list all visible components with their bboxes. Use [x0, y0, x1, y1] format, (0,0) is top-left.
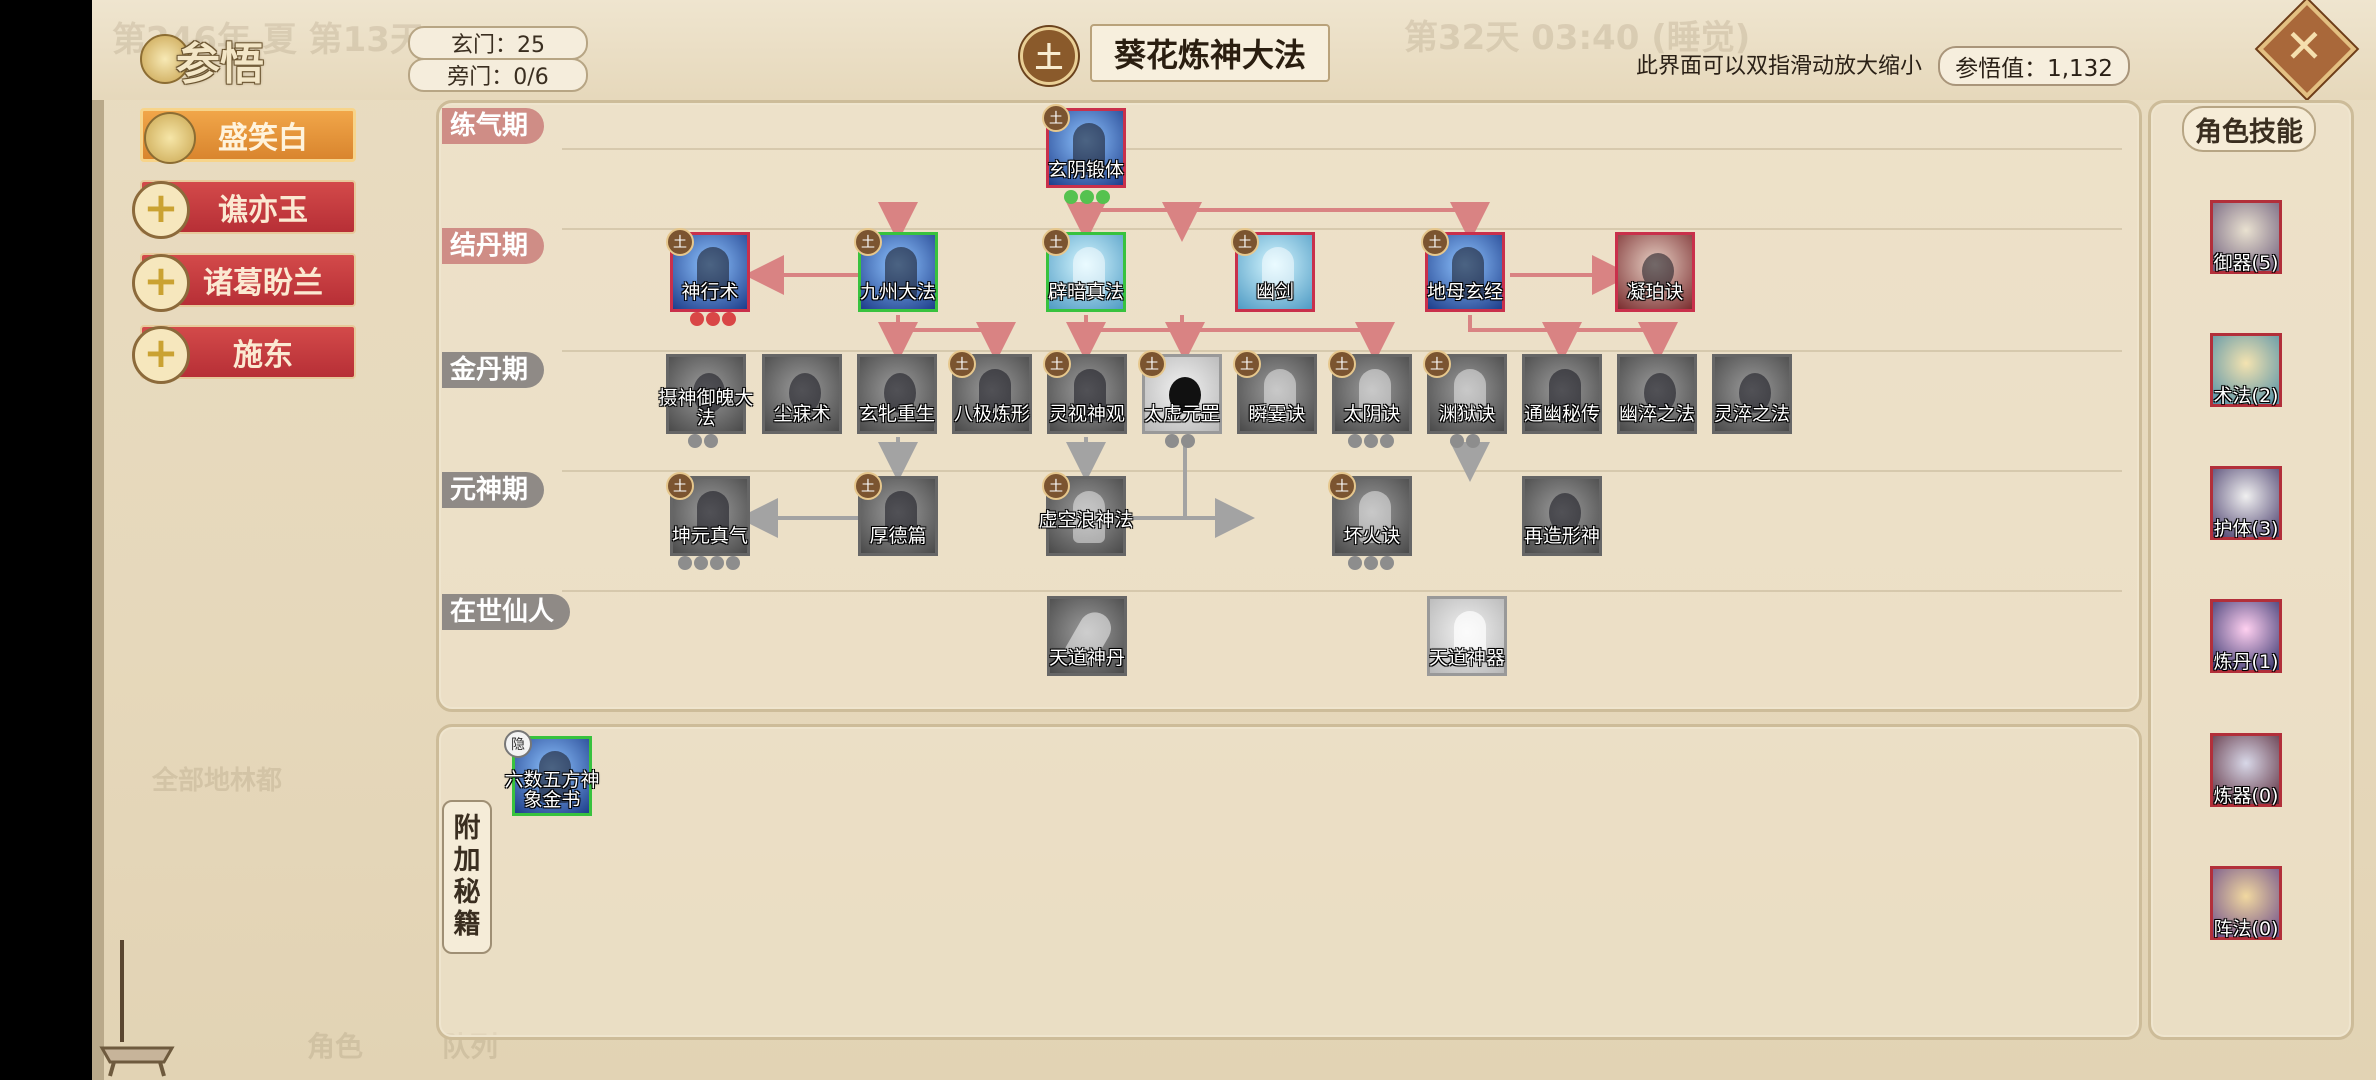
role-skill-label: 炼丹(1): [2213, 651, 2279, 673]
skill-level-dots: [1348, 434, 1394, 448]
skill-label: 六数五方神象金书: [504, 769, 600, 811]
skill-level-dots: [1165, 434, 1195, 448]
role-skill-label: 术法(2): [2213, 385, 2279, 407]
skill-label: 灵视神观: [1048, 403, 1125, 425]
earth-element-icon: 土: [666, 228, 694, 256]
skill-label: 再造形神: [1523, 525, 1600, 547]
skill-label: 幽剑: [1255, 281, 1294, 303]
skill-label: 八极炼形: [953, 403, 1030, 425]
skill-label: 玄牝重生: [858, 403, 935, 425]
earth-element-icon: 土: [1042, 104, 1070, 132]
skill-label: 渊狱诀: [1438, 403, 1496, 425]
earth-element-icon: 土: [1328, 350, 1356, 378]
skill-level-dots: [688, 434, 718, 448]
earth-element-icon: 土: [1042, 472, 1070, 500]
skill-label: 灵淬之法: [1713, 403, 1790, 425]
earth-element-icon: 土: [1233, 350, 1261, 378]
skill-label: 厚德篇: [869, 525, 927, 547]
incense-burner-icon: [99, 940, 175, 1077]
skill-label: 尘寐术: [773, 403, 831, 425]
tab-char: 秘: [453, 877, 481, 908]
skill-label: 凝珀诀: [1626, 281, 1684, 303]
attached-books-panel: [436, 724, 2142, 1040]
tab-char: 加: [453, 845, 481, 876]
earth-element-icon: 土: [1328, 472, 1356, 500]
hidden-badge-icon: 隐: [504, 730, 532, 758]
skill-label: 天道神丹: [1048, 647, 1125, 669]
earth-element-icon: 土: [854, 228, 882, 256]
skill-level-dots: [1450, 434, 1480, 448]
skill-label: 玄阴锻体: [1047, 159, 1124, 181]
earth-element-icon: 土: [666, 472, 694, 500]
skill-label: 幽淬之法: [1618, 403, 1695, 425]
earth-element-icon: 土: [1043, 350, 1071, 378]
earth-element-icon: 土: [948, 350, 976, 378]
skill-level-dots: [678, 556, 740, 570]
skill-label: 摄神御魄大法: [658, 387, 754, 429]
earth-element-icon: 土: [1138, 350, 1166, 378]
role-skill-label: 护体(3): [2213, 518, 2279, 540]
skill-level-dots: [690, 312, 736, 326]
skill-label: 九州大法: [859, 281, 936, 303]
skill-label: 瞬霎诀: [1248, 403, 1306, 425]
skill-label: 坏火诀: [1343, 525, 1401, 547]
role-skill-label: 御器(5): [2213, 252, 2279, 274]
skill-level-dots: [1064, 190, 1110, 204]
game-screen: 第246年 夏 第13天 第32天 03:40 (睡觉) 角色 队列 全部地林都…: [92, 0, 2376, 1080]
skill-label: 太虚元罡: [1143, 403, 1220, 425]
tab-char: 籍: [453, 909, 481, 940]
earth-element-icon: 土: [854, 472, 882, 500]
earth-element-icon: 土: [1042, 228, 1070, 256]
skill-label: 天道神器: [1428, 647, 1505, 669]
earth-element-icon: 土: [1231, 228, 1259, 256]
role-skill-label: 阵法(0): [2213, 918, 2279, 940]
skill-label: 坤元真气: [671, 525, 748, 547]
skill-label: 虚空浪神法: [1038, 509, 1134, 531]
skill-level-dots: [1348, 556, 1394, 570]
role-skills-title: 角色技能: [2182, 106, 2316, 152]
skill-label: 通幽秘传: [1523, 403, 1600, 425]
earth-element-icon: 土: [1423, 350, 1451, 378]
earth-element-icon: 土: [1421, 228, 1449, 256]
tab-char: 附: [453, 813, 481, 844]
skill-label: 地母玄经: [1426, 281, 1503, 303]
attached-books-tab: 附 加 秘 籍: [442, 800, 492, 954]
skill-label: 太阴诀: [1343, 403, 1401, 425]
skill-label: 辟暗真法: [1047, 281, 1124, 303]
role-skill-label: 炼器(0): [2213, 785, 2279, 807]
skill-label: 神行术: [681, 281, 739, 303]
